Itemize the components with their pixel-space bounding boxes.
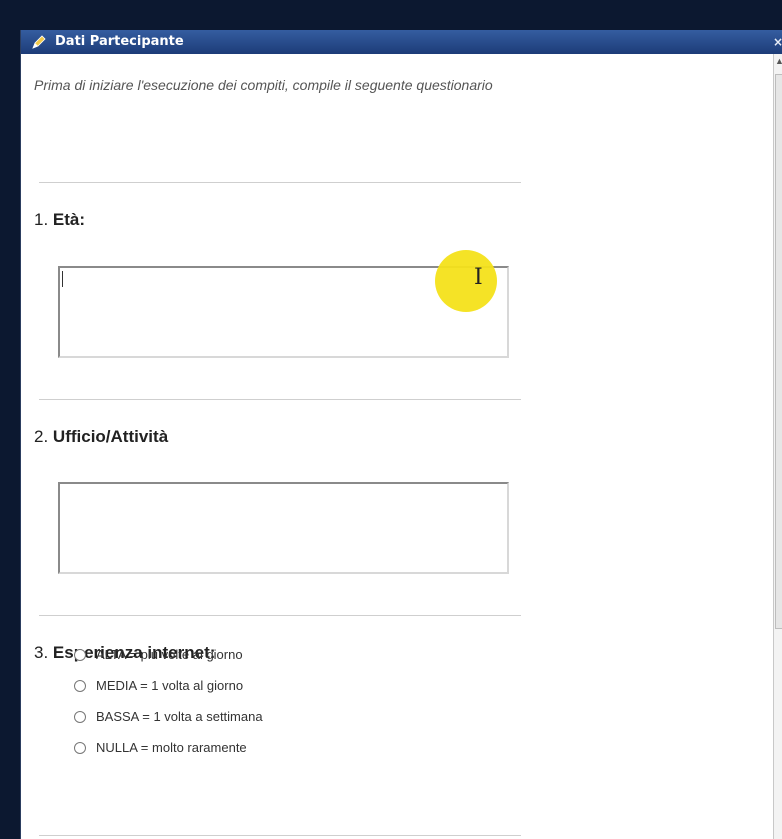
radio-label: NULLA = molto raramente [96, 740, 247, 755]
radio-button[interactable] [74, 710, 86, 723]
radio-label: MEDIA = 1 volta al giorno [96, 678, 244, 693]
radio-button[interactable] [74, 741, 86, 754]
question-label: Ufficio/Attività [52, 427, 169, 446]
pencil-icon [31, 34, 47, 50]
radio-label: BASSA = 1 volta a settimana [96, 709, 263, 724]
radio-option-bassa[interactable]: BASSA = 1 volta a settimana [74, 701, 263, 732]
vertical-scrollbar[interactable]: ▲ [773, 54, 782, 839]
window-title: Dati Partecipante [55, 34, 184, 49]
scrollbar-thumb[interactable] [775, 74, 782, 629]
divider [39, 615, 521, 616]
form-content: Prima di iniziare l'esecuzione dei compi… [21, 54, 771, 839]
question-number: 3. [34, 643, 49, 662]
text-cursor-icon: I [474, 265, 483, 290]
scroll-up-icon[interactable]: ▲ [775, 56, 782, 66]
question-office: 2. Ufficio/Attività [34, 427, 168, 447]
text-caret [62, 271, 63, 287]
question-number: 1. [34, 210, 49, 229]
question-age: 1. Età: [34, 210, 85, 230]
questionnaire-window: Dati Partecipante × ▲ Prima di iniziare … [20, 30, 782, 839]
intro-text: Prima di iniziare l'esecuzione dei compi… [34, 77, 493, 93]
question-number: 2. [34, 427, 49, 446]
radio-option-nulla[interactable]: NULLA = molto raramente [74, 732, 263, 763]
divider [39, 399, 521, 400]
internet-experience-options: ALTA = più volte al giorno MEDIA = 1 vol… [74, 639, 263, 763]
radio-button[interactable] [74, 648, 86, 661]
radio-button[interactable] [74, 679, 86, 692]
close-icon[interactable]: × [773, 30, 782, 54]
radio-option-media[interactable]: MEDIA = 1 volta al giorno [74, 670, 263, 701]
radio-option-alta[interactable]: ALTA = più volte al giorno [74, 639, 263, 670]
window-titlebar[interactable]: Dati Partecipante × [21, 30, 782, 54]
question-label: Età: [52, 210, 86, 229]
divider [39, 835, 521, 836]
radio-label: ALTA = più volte al giorno [96, 647, 243, 662]
divider [39, 182, 521, 183]
cursor-highlight [435, 250, 497, 312]
office-activity-input[interactable] [58, 482, 509, 574]
